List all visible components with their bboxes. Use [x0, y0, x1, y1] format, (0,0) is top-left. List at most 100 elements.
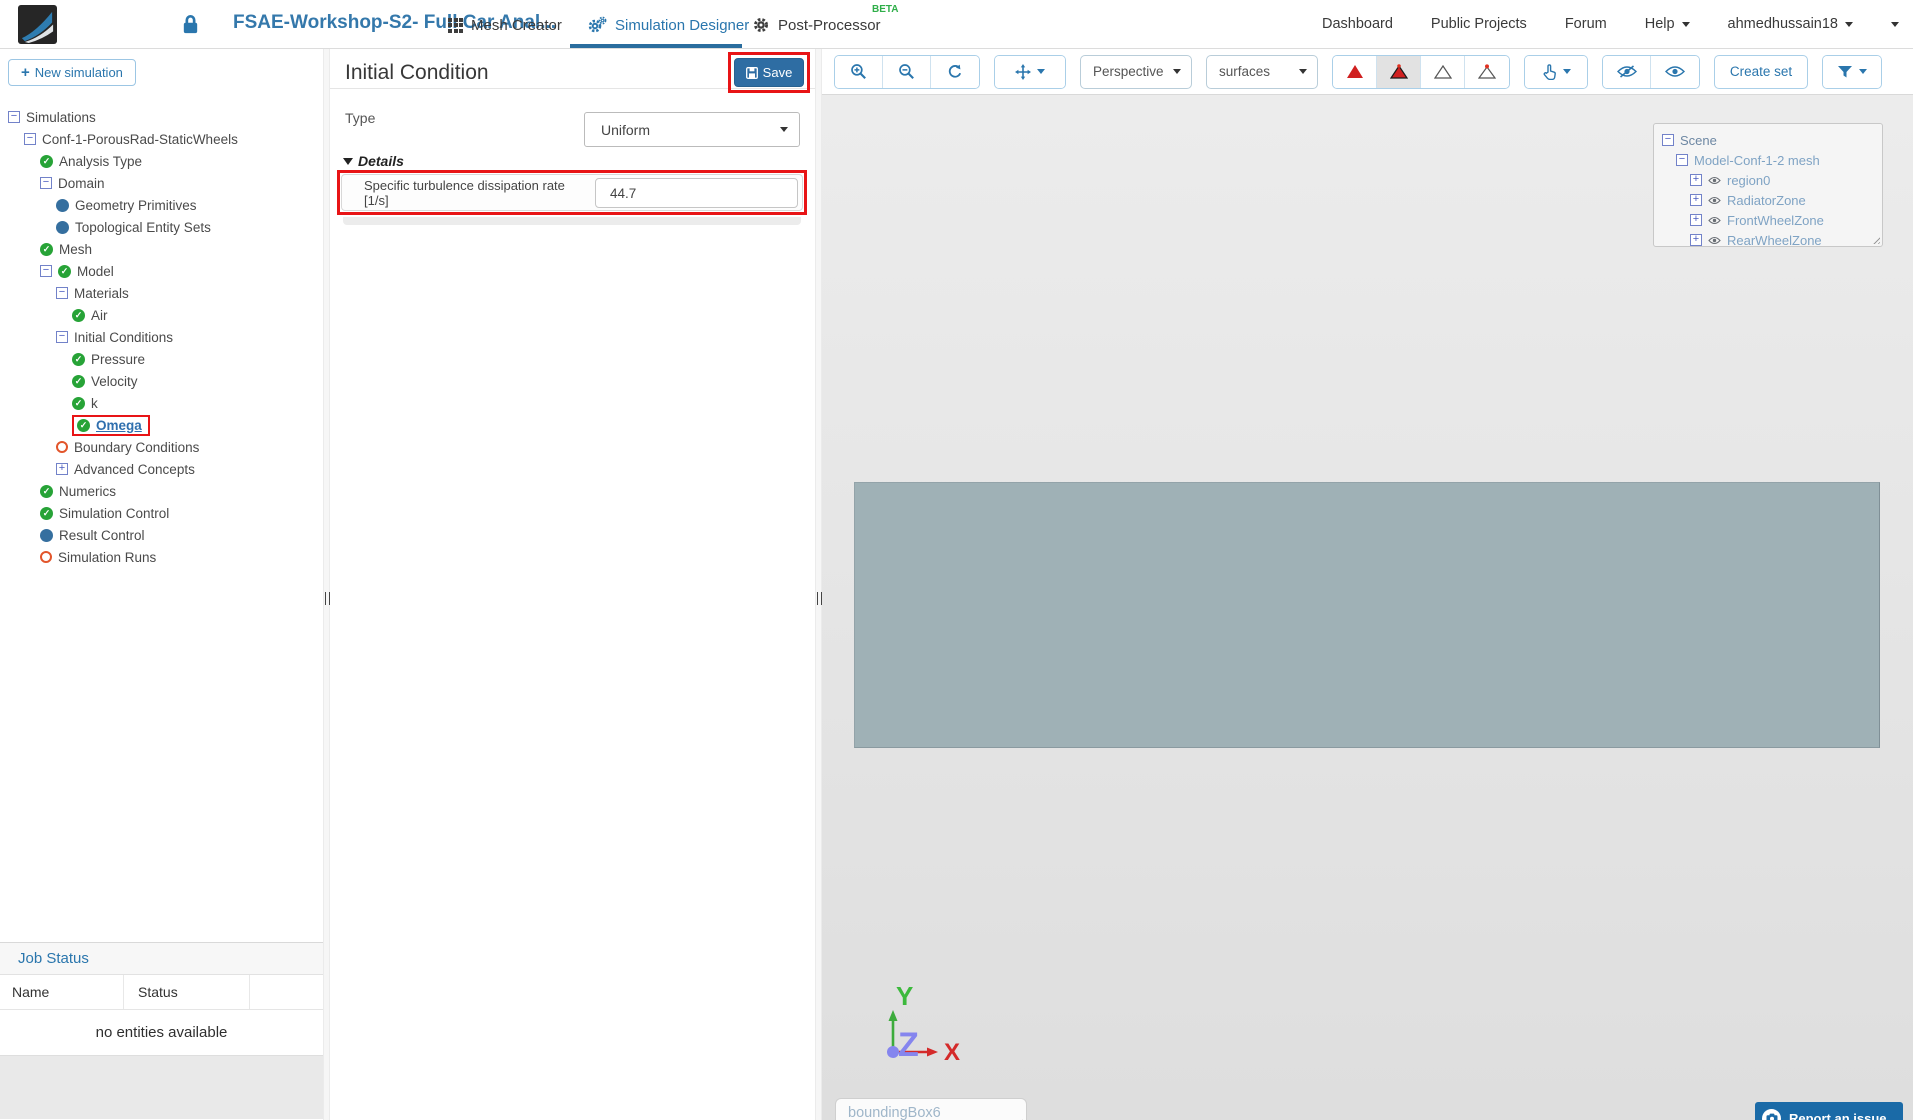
tree-item-domain[interactable]: − Domain [0, 172, 323, 194]
tree-item-numerics[interactable]: ✓ Numerics [0, 480, 323, 502]
render-solid-button[interactable] [1333, 55, 1377, 88]
tree-item-omega[interactable]: ✓ Omega [0, 414, 323, 436]
circle-status-icon [40, 551, 52, 563]
collapse-icon[interactable]: − [40, 265, 52, 277]
top-navbar: FSAE-Workshop-S2- Full Car Anal... Mesh … [0, 0, 1913, 49]
check-status-icon: ✓ [40, 154, 53, 168]
scene-item-frontwheelzone[interactable]: + FrontWheelZone [1654, 210, 1882, 230]
collapse-icon[interactable]: − [56, 331, 68, 343]
tree-item-geometry-primitives[interactable]: Geometry Primitives [0, 194, 323, 216]
scene-item-region0[interactable]: + region0 [1654, 170, 1882, 190]
collapse-icon[interactable]: − [56, 287, 68, 299]
collapse-icon[interactable]: − [1662, 134, 1674, 146]
new-simulation-button[interactable]: + New simulation [8, 59, 136, 86]
mesh-bounding-box[interactable] [854, 482, 1880, 748]
tree-item-k[interactable]: ✓ k [0, 392, 323, 414]
scene-item-model-conf-1-2-mesh[interactable]: − Model-Conf-1-2 mesh [1654, 150, 1882, 170]
tree-item-result-control[interactable]: Result Control [0, 524, 323, 546]
zoom-to-fit-button[interactable] [835, 55, 883, 88]
expand-icon[interactable]: + [1690, 234, 1702, 246]
report-issue-button[interactable]: Report an issue [1755, 1102, 1903, 1120]
tree-item-label: Simulation Control [59, 505, 170, 521]
tab-mesh-creator[interactable]: Mesh Creator [448, 12, 562, 38]
expand-icon[interactable]: + [1690, 174, 1702, 186]
tree-item-content: Advanced Concepts [74, 462, 195, 477]
pick-tool-button[interactable] [1525, 55, 1587, 88]
scene-item-scene[interactable]: − Scene [1654, 130, 1882, 150]
projection-select[interactable]: Perspective [1080, 54, 1192, 89]
nav-help-menu[interactable]: Help [1645, 16, 1690, 32]
tree-item-initial-conditions[interactable]: − Initial Conditions [0, 326, 323, 348]
nav-user-menu[interactable]: ahmedhussain18 [1728, 16, 1853, 32]
tree-item-conf-1-porousrad-staticwheels[interactable]: − Conf-1-PorousRad-StaticWheels [0, 128, 323, 150]
dot-status-icon [40, 528, 53, 542]
eye-icon[interactable] [1708, 176, 1721, 185]
tree-item-model[interactable]: − ✓ Model [0, 260, 323, 282]
hide-selection-button[interactable] [1603, 55, 1651, 88]
check-status-icon: ✓ [72, 396, 85, 410]
tree-item-boundary-conditions[interactable]: Boundary Conditions [0, 436, 323, 458]
reset-view-button[interactable] [931, 55, 979, 88]
eye-icon[interactable] [1708, 216, 1721, 225]
axis-orientation-gizmo: Y X Z [887, 981, 960, 1066]
scene-item-radiatorzone[interactable]: + RadiatorZone [1654, 190, 1882, 210]
render-wireframe-button[interactable] [1421, 55, 1465, 88]
projection-select-value: Perspective [1093, 64, 1164, 79]
expand-icon[interactable]: + [1690, 214, 1702, 226]
tree-item-air[interactable]: ✓ Air [0, 304, 323, 326]
gear-icon [754, 18, 768, 32]
collapse-icon[interactable]: − [8, 111, 20, 123]
expand-icon[interactable]: + [56, 463, 68, 475]
nav-overflow-menu[interactable] [1891, 21, 1899, 27]
render-mode-select[interactable]: surfaces [1206, 54, 1318, 89]
show-selection-button[interactable] [1651, 55, 1699, 88]
chevron-down-icon [780, 127, 788, 132]
chevron-down-icon [1562, 69, 1571, 74]
viewport-canvas[interactable]: − Scene − Model-Conf-1-2 mesh + region0 + Radia… [822, 95, 1913, 1120]
nav-forum[interactable]: Forum [1565, 16, 1607, 32]
tree-item-materials[interactable]: − Materials [0, 282, 323, 304]
sidebar-resize-handle[interactable] [323, 49, 330, 1120]
scene-item-rearwheelzone[interactable]: + RearWheelZone [1654, 230, 1882, 250]
expand-icon[interactable]: + [1690, 194, 1702, 206]
job-status-table-header: Name Status [0, 975, 323, 1010]
tree-item-content: ✓ Simulation Control [40, 506, 169, 521]
render-points-button[interactable] [1465, 55, 1509, 88]
tree-item-simulations[interactable]: − Simulations [0, 106, 323, 128]
check-status-icon: ✓ [72, 308, 85, 322]
tab-simulation-designer[interactable]: Simulation Designer [587, 12, 749, 38]
simulation-tree-sidebar: + New simulation − Simulations − Conf-1-Por… [0, 49, 323, 1120]
move-arrows-icon [1015, 63, 1031, 80]
tree-item-mesh[interactable]: ✓ Mesh [0, 238, 323, 260]
simscale-logo-icon[interactable] [18, 5, 57, 44]
create-set-button[interactable]: Create set [1714, 54, 1808, 89]
tree-item-pressure[interactable]: ✓ Pressure [0, 348, 323, 370]
tree-item-content: ✓ Analysis Type [40, 154, 142, 169]
tree-item-simulation-control[interactable]: ✓ Simulation Control [0, 502, 323, 524]
tree-item-advanced-concepts[interactable]: + Advanced Concepts [0, 458, 323, 480]
filter-button[interactable] [1823, 55, 1881, 88]
collapse-icon[interactable]: − [24, 133, 36, 145]
collapse-icon[interactable]: − [1676, 154, 1688, 166]
form-panel-resize-handle[interactable] [815, 49, 822, 1120]
hand-pointer-icon [1543, 63, 1556, 80]
nav-public-projects[interactable]: Public Projects [1431, 16, 1527, 32]
tree-item-velocity[interactable]: ✓ Velocity [0, 370, 323, 392]
type-select[interactable]: Uniform [584, 112, 800, 147]
save-button[interactable]: Save [734, 58, 804, 87]
tree-item-analysis-type[interactable]: ✓ Analysis Type [0, 150, 323, 172]
collapse-icon[interactable]: − [40, 177, 52, 189]
bounding-box-label-panel[interactable]: boundingBox6 [835, 1098, 1027, 1120]
zoom-out-button[interactable] [883, 55, 931, 88]
nav-dashboard[interactable]: Dashboard [1322, 16, 1393, 32]
dissipation-rate-input[interactable]: 44.7 [595, 178, 798, 208]
job-status-header[interactable]: Job Status [0, 942, 323, 975]
details-section-toggle[interactable]: Details [343, 153, 404, 169]
eye-icon[interactable] [1708, 196, 1721, 205]
render-solid-edges-button[interactable] [1377, 55, 1421, 88]
eye-icon[interactable] [1708, 236, 1721, 245]
tree-item-topological-entity-sets[interactable]: Topological Entity Sets [0, 216, 323, 238]
pan-tool-button[interactable] [995, 55, 1065, 88]
tab-post-processor[interactable]: Post-Processor [752, 12, 881, 38]
tree-item-simulation-runs[interactable]: Simulation Runs [0, 546, 323, 568]
